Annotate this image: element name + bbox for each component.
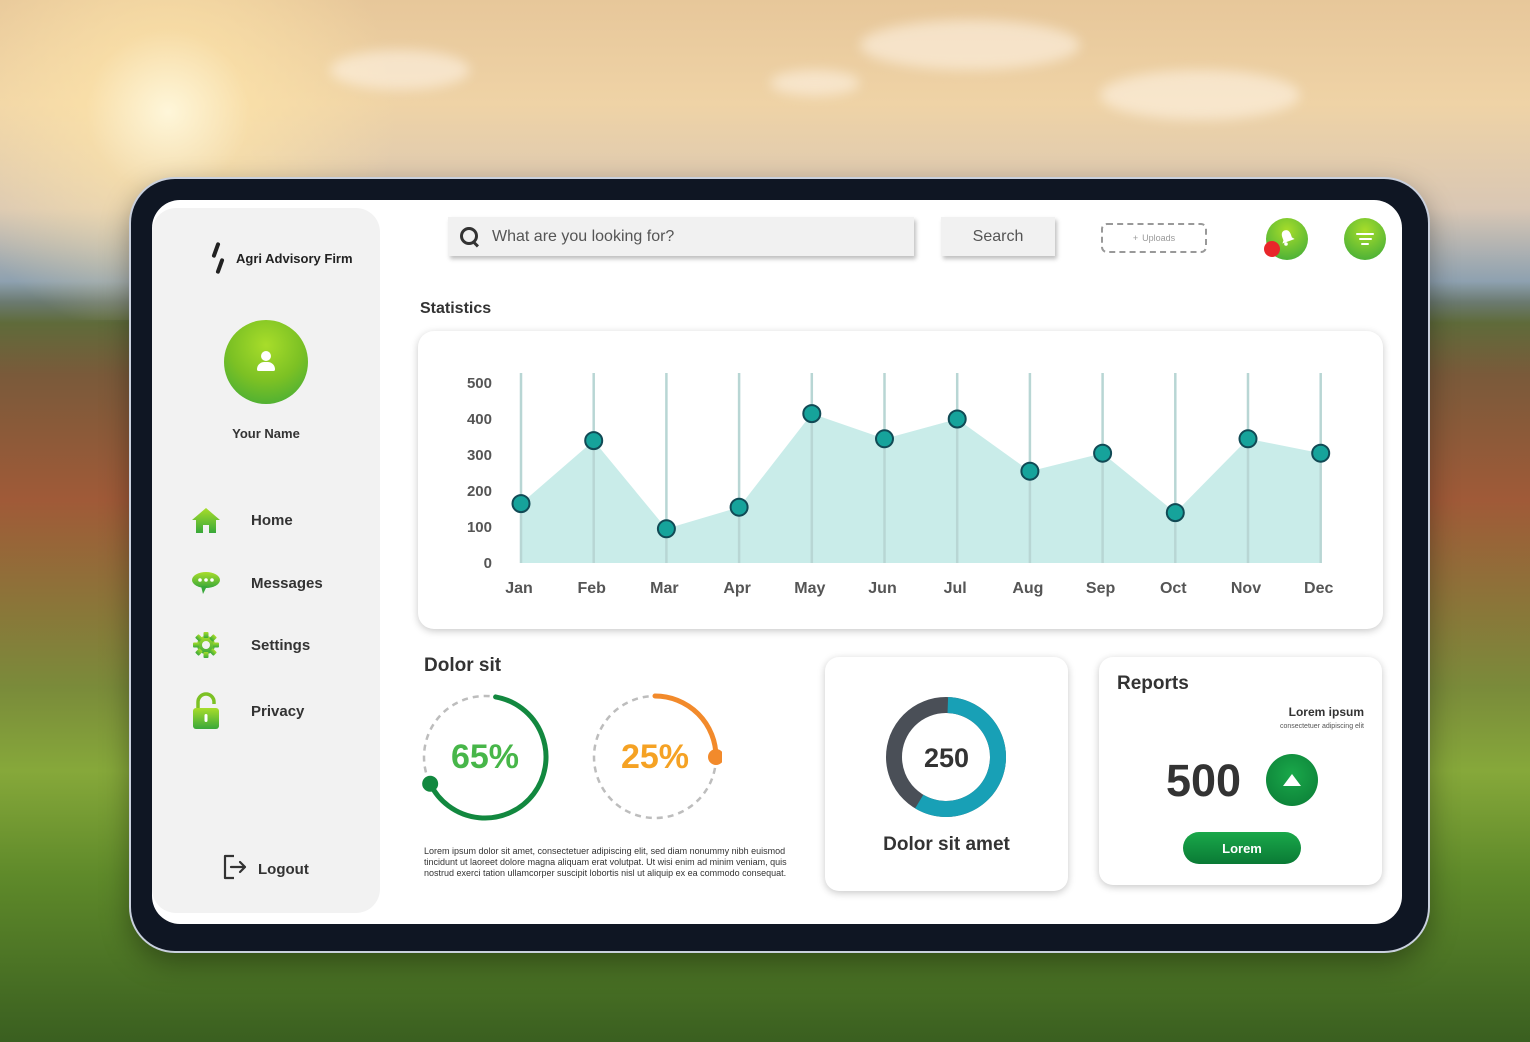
data-point bbox=[1311, 443, 1331, 463]
y-tick-label: 300 bbox=[467, 447, 492, 464]
arrow-up-icon bbox=[1283, 774, 1301, 786]
x-tick-label: Jan bbox=[505, 580, 533, 597]
reports-subtitle: Lorem ipsum bbox=[1288, 705, 1364, 719]
brand-name: Agri Advisory Firm bbox=[236, 250, 353, 266]
cloud bbox=[860, 20, 1080, 70]
data-point bbox=[729, 497, 749, 517]
statistics-title: Statistics bbox=[420, 300, 492, 317]
sidebar: Agri Advisory Firm Your Name Home Messag… bbox=[152, 208, 380, 913]
data-point bbox=[1165, 503, 1185, 523]
dashboard-screen: Agri Advisory Firm Your Name Home Messag… bbox=[152, 200, 1402, 924]
reports-action-button[interactable]: Lorem bbox=[1183, 832, 1301, 864]
bell-icon bbox=[1278, 228, 1296, 251]
x-tick-label: Dec bbox=[1304, 580, 1333, 597]
data-point bbox=[1238, 429, 1258, 449]
y-tick-label: 500 bbox=[467, 375, 492, 392]
user-icon bbox=[255, 351, 277, 373]
dolor-sit-description: Lorem ipsum dolor sit amet, consectetuer… bbox=[424, 846, 787, 878]
x-tick-label: Jun bbox=[868, 580, 896, 597]
dolor-sit-title: Dolor sit bbox=[424, 655, 502, 676]
menu-icon bbox=[1356, 233, 1374, 235]
x-tick-label: Sep bbox=[1086, 580, 1116, 597]
donut-card: 250 Dolor sit amet bbox=[825, 657, 1068, 891]
data-point bbox=[584, 431, 604, 451]
data-point bbox=[802, 404, 822, 424]
sidebar-item-label: Settings bbox=[251, 636, 311, 654]
trend-up-button[interactable] bbox=[1266, 754, 1318, 806]
progress-ring-2-label: 25% bbox=[620, 738, 690, 776]
statistics-card: 0 100 200 300 400 500 Jan Feb Mar Apr May Jun Jul Aug… bbox=[418, 331, 1383, 629]
x-tick-label: Apr bbox=[723, 580, 751, 597]
ring-handle bbox=[422, 775, 439, 792]
x-tick-label: Aug bbox=[1012, 580, 1043, 597]
search-icon[interactable] bbox=[460, 226, 480, 247]
sidebar-item-label: Privacy bbox=[251, 702, 305, 720]
progress-ring-1-label: 65% bbox=[450, 738, 520, 776]
reports-caption: consectetuer adipiscing elit bbox=[1279, 723, 1364, 730]
donut-value: 250 bbox=[923, 743, 970, 773]
statistics-chart: 0 100 200 300 400 500 Jan Feb Mar Apr May Jun Jul Aug… bbox=[467, 373, 1333, 597]
y-tick-label: 400 bbox=[467, 411, 492, 428]
brand-logo-icon bbox=[208, 242, 228, 274]
lock-icon bbox=[190, 692, 222, 729]
data-point bbox=[947, 409, 967, 429]
uploads-dropzone[interactable]: + Uploads bbox=[1101, 223, 1207, 253]
notifications-button[interactable] bbox=[1264, 218, 1308, 260]
home-icon bbox=[190, 504, 222, 536]
search-button[interactable]: Search bbox=[941, 217, 1055, 256]
data-point bbox=[511, 494, 531, 514]
x-tick-label: Mar bbox=[650, 580, 678, 597]
x-tick-label: Oct bbox=[1160, 580, 1187, 597]
avatar[interactable] bbox=[224, 320, 308, 404]
menu-button[interactable] bbox=[1344, 218, 1386, 260]
sidebar-item-label: Messages bbox=[251, 574, 323, 592]
data-point bbox=[656, 519, 676, 539]
plus-icon: + bbox=[1132, 233, 1139, 243]
reports-value: 500 bbox=[1166, 755, 1242, 806]
sidebar-item-privacy[interactable]: Privacy bbox=[190, 692, 305, 729]
brand[interactable]: Agri Advisory Firm bbox=[208, 242, 353, 274]
logout-icon bbox=[222, 854, 248, 885]
data-point bbox=[875, 429, 894, 449]
y-tick-label: 200 bbox=[467, 483, 492, 500]
cloud bbox=[1100, 70, 1300, 120]
y-tick-label: 100 bbox=[467, 519, 492, 536]
gear-icon bbox=[190, 629, 222, 661]
cloud bbox=[770, 70, 860, 96]
x-tick-label: Jul bbox=[944, 580, 967, 597]
logout-label: Logout bbox=[258, 861, 309, 878]
chat-icon bbox=[190, 567, 222, 599]
progress-ring-2: 25% bbox=[588, 690, 722, 824]
progress-ring-1: 65% bbox=[418, 690, 552, 824]
reports-title: Reports bbox=[1117, 673, 1189, 694]
logout-button[interactable]: Logout bbox=[222, 854, 309, 885]
sidebar-item-settings[interactable]: Settings bbox=[190, 629, 310, 661]
reports-card: Reports Lorem ipsum consectetuer adipisc… bbox=[1099, 657, 1382, 885]
x-tick-label: Nov bbox=[1231, 580, 1261, 597]
notification-dot bbox=[1264, 241, 1280, 257]
data-point bbox=[1093, 443, 1113, 463]
cloud bbox=[330, 50, 470, 90]
search-input[interactable] bbox=[492, 227, 892, 246]
sidebar-item-home[interactable]: Home bbox=[190, 504, 293, 536]
x-tick-label: Feb bbox=[577, 580, 606, 597]
uploads-label: Uploads bbox=[1142, 233, 1176, 243]
search-bar bbox=[448, 217, 914, 256]
y-tick-label: 0 bbox=[484, 555, 492, 572]
area-fill bbox=[521, 413, 1321, 563]
x-tick-label: May bbox=[794, 580, 825, 597]
profile-name: Your Name bbox=[232, 426, 300, 441]
data-point bbox=[1020, 461, 1040, 481]
sidebar-item-label: Home bbox=[251, 511, 293, 529]
donut-label: Dolor sit amet bbox=[883, 834, 1010, 855]
sidebar-item-messages[interactable]: Messages bbox=[190, 567, 323, 599]
